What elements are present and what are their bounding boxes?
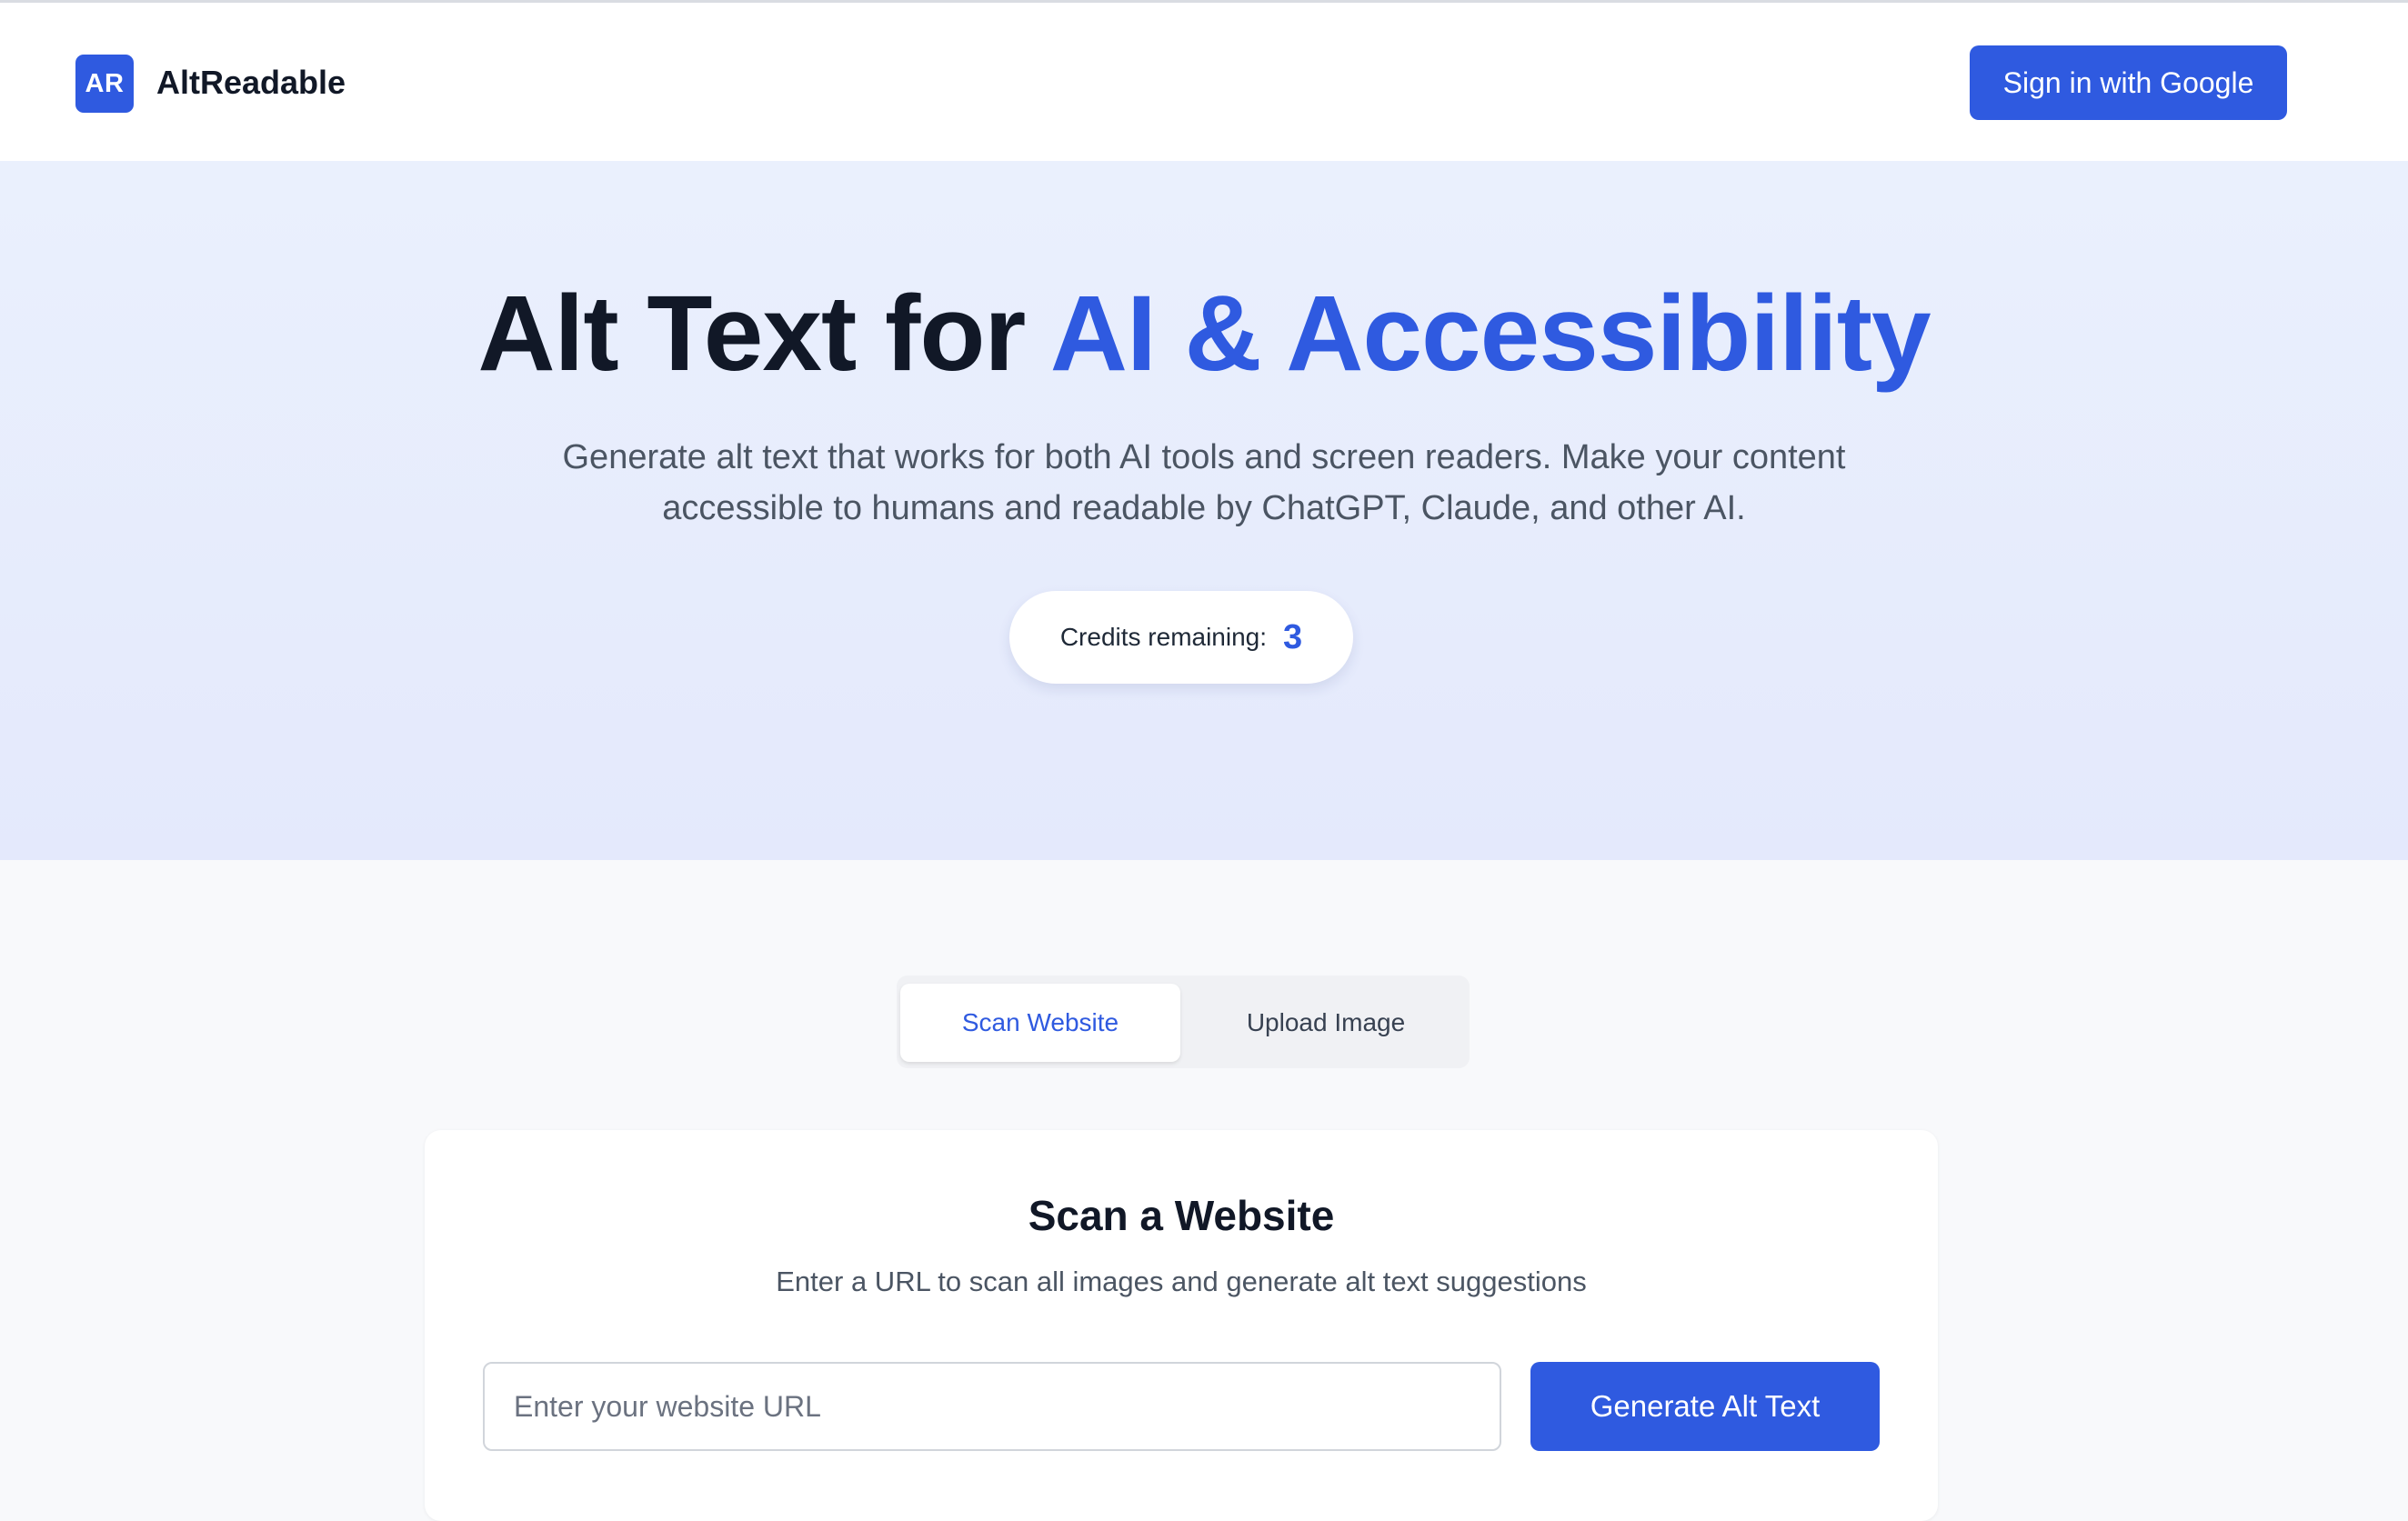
hero-subtitle-line-2: accessible to humans and readable by Cha… bbox=[662, 489, 1746, 527]
hero-title-plain: Alt Text for bbox=[477, 274, 1050, 394]
credits-label: Credits remaining: bbox=[1059, 623, 1268, 651]
website-url-input[interactable] bbox=[483, 1362, 1501, 1451]
hero-subtitle-line-1: Generate alt text that works for both AI… bbox=[562, 438, 1846, 476]
hero-subtitle: Generate alt text that works for both AI… bbox=[477, 432, 1931, 534]
brand-name[interactable]: AltReadable bbox=[156, 61, 346, 105]
hero-title: Alt Text for AI & Accessibility bbox=[0, 270, 2408, 397]
logo-icon[interactable]: AR bbox=[75, 55, 134, 113]
credits-count: 3 bbox=[1283, 617, 1303, 656]
card-title: Scan a Website bbox=[1028, 1192, 1335, 1239]
sign-in-google-button[interactable]: Sign in with Google bbox=[1970, 45, 2287, 120]
hero-section: Alt Text for AI & Accessibility Generate… bbox=[0, 161, 2408, 860]
logo-initials: AR bbox=[85, 68, 125, 98]
hero-title-accent: AI & Accessibility bbox=[1049, 274, 1931, 394]
mode-tabs: Scan Website Upload Image bbox=[897, 976, 1470, 1068]
site-header: AR AltReadable Sign in with Google bbox=[0, 3, 2408, 161]
generate-alt-text-button[interactable]: Generate Alt Text bbox=[1530, 1362, 1880, 1451]
credits-badge: Credits remaining: 3 bbox=[1009, 591, 1353, 684]
card-subtitle: Enter a URL to scan all images and gener… bbox=[776, 1266, 1587, 1297]
tab-upload-image[interactable]: Upload Image bbox=[1186, 984, 1466, 1062]
scan-website-card: Scan a Website Enter a URL to scan all i… bbox=[425, 1130, 1938, 1521]
tab-scan-website[interactable]: Scan Website bbox=[900, 984, 1180, 1062]
